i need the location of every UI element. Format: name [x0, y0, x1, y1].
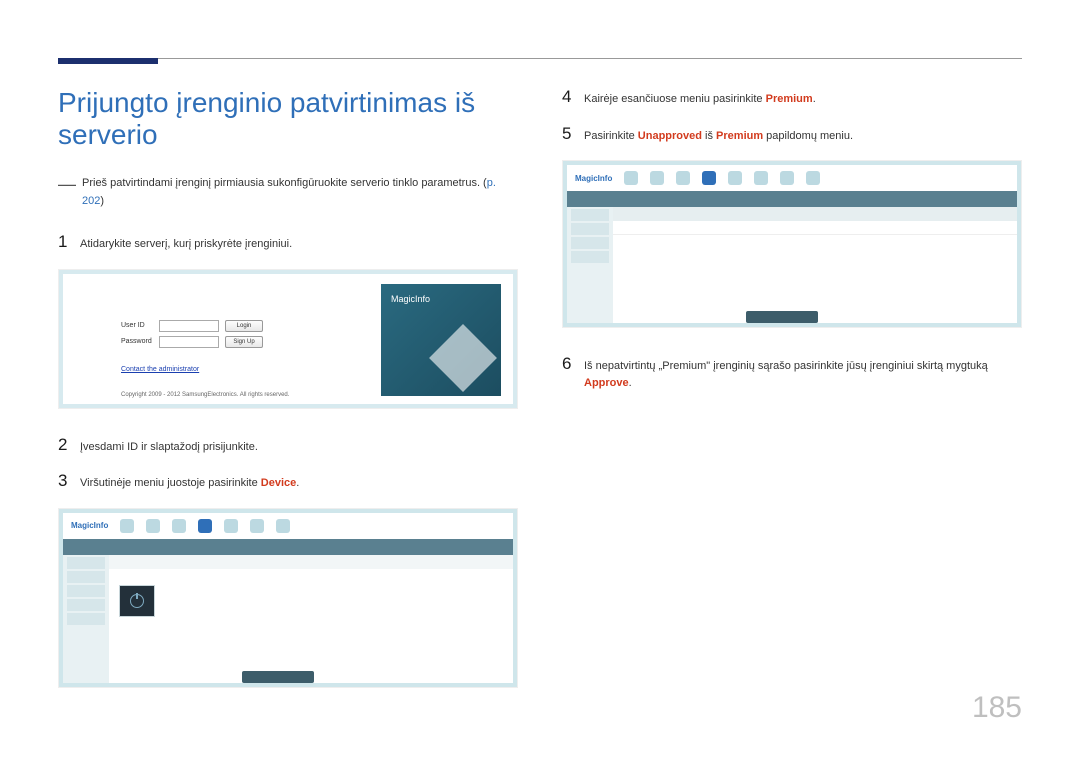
app-sidebar — [567, 207, 613, 323]
nav-icon[interactable] — [250, 519, 264, 533]
table-header — [613, 207, 1017, 221]
power-icon — [130, 594, 144, 608]
table-row[interactable] — [613, 221, 1017, 235]
step-text: Pasirinkite Unapproved iš Premium papild… — [584, 124, 853, 145]
signup-button[interactable]: Sign Up — [225, 336, 263, 348]
app-main — [109, 555, 513, 683]
magicinfo-logo: MagicInfo — [391, 294, 430, 304]
contact-admin-link[interactable]: Contact the administrator — [121, 366, 199, 373]
app-tabbar — [63, 539, 513, 555]
premium-highlight: Premium — [716, 130, 763, 142]
nav-icon[interactable] — [276, 519, 290, 533]
nav-icon[interactable] — [146, 519, 160, 533]
step-text: Įvesdami ID ir slaptažodį prisijunkite. — [80, 435, 258, 456]
nav-icon[interactable] — [728, 171, 742, 185]
password-label: Password — [121, 338, 159, 345]
nav-icon-device[interactable] — [198, 519, 212, 533]
sidebar-item[interactable] — [571, 223, 609, 235]
app-topbar: MagicInfo — [63, 513, 513, 539]
step-text: Iš nepatvirtintų „Premium" įrenginių sąr… — [584, 354, 1022, 391]
nav-icon[interactable] — [754, 171, 768, 185]
step-text: Kairėje esančiuose meniu pasirinkite Pre… — [584, 87, 816, 108]
nav-icon[interactable] — [780, 171, 794, 185]
copyright-text: Copyright 2009 - 2012 SamsungElectronics… — [121, 392, 289, 398]
login-body: User ID Login Password Sign Up Contact t… — [63, 274, 513, 404]
nav-icon[interactable] — [806, 171, 820, 185]
userid-label: User ID — [121, 322, 159, 329]
note-dash: ― — [58, 175, 76, 210]
page-title: Prijungto įrenginio patvirtinimas iš ser… — [58, 87, 518, 151]
step-number: 4 — [562, 87, 584, 107]
app-logo: MagicInfo — [71, 521, 108, 530]
nav-icon[interactable] — [624, 171, 638, 185]
approve-highlight: Approve — [584, 377, 629, 389]
login-button[interactable]: Login — [225, 320, 263, 332]
app-topbar: MagicInfo — [567, 165, 1017, 191]
unapproved-highlight: Unapproved — [638, 130, 702, 142]
note-text: Prieš patvirtindami įrenginį pirmiausia … — [82, 175, 518, 210]
two-column-content: Prijungto įrenginio patvirtinimas iš ser… — [58, 87, 1022, 714]
left-column: Prijungto įrenginio patvirtinimas iš ser… — [58, 87, 518, 714]
login-screenshot: User ID Login Password Sign Up Contact t… — [58, 269, 518, 409]
step-number: 1 — [58, 232, 80, 252]
toolbar — [109, 555, 513, 569]
sidebar-item[interactable] — [571, 251, 609, 263]
step-number: 5 — [562, 124, 584, 144]
header-accent-tab — [58, 58, 158, 64]
sidebar-item[interactable] — [571, 209, 609, 221]
nav-icon[interactable] — [676, 171, 690, 185]
diamond-icon — [429, 324, 497, 392]
device-screenshot: MagicInfo — [58, 508, 518, 688]
app-sidebar — [63, 555, 109, 683]
userid-row: User ID Login — [121, 320, 263, 332]
header-rule — [58, 58, 1022, 59]
config-note: ― Prieš patvirtindami įrenginį pirmiausi… — [58, 175, 518, 210]
step-3: 3 Viršutinėje meniu juostoje pasirinkite… — [58, 471, 518, 492]
sidebar-item[interactable] — [67, 557, 105, 569]
step-number: 6 — [562, 354, 584, 374]
sidebar-item[interactable] — [67, 613, 105, 625]
app-tabbar — [567, 191, 1017, 207]
step-4: 4 Kairėje esančiuose meniu pasirinkite P… — [562, 87, 1022, 108]
page-number: 185 — [972, 691, 1022, 725]
device-thumbnail[interactable] — [119, 585, 155, 617]
step-5: 5 Pasirinkite Unapproved iš Premium papi… — [562, 124, 1022, 145]
step-1: 1 Atidarykite serverį, kurį priskyrėte į… — [58, 232, 518, 253]
login-branding-panel: MagicInfo — [381, 284, 501, 396]
step-number: 3 — [58, 471, 80, 491]
pager-bar[interactable] — [242, 671, 314, 683]
userid-input[interactable] — [159, 320, 219, 332]
sidebar-item[interactable] — [67, 585, 105, 597]
app-main — [613, 207, 1017, 323]
step-number: 2 — [58, 435, 80, 455]
right-column: 4 Kairėje esančiuose meniu pasirinkite P… — [562, 87, 1022, 714]
pager-bar[interactable] — [746, 311, 818, 323]
nav-icon[interactable] — [224, 519, 238, 533]
nav-icon-device[interactable] — [702, 171, 716, 185]
login-form: User ID Login Password Sign Up — [121, 320, 263, 352]
app-logo: MagicInfo — [575, 174, 612, 183]
device-highlight: Device — [261, 477, 296, 489]
nav-icon[interactable] — [120, 519, 134, 533]
step-text: Atidarykite serverį, kurį priskyrėte įre… — [80, 232, 292, 253]
premium-highlight: Premium — [766, 93, 813, 105]
step-6: 6 Iš nepatvirtintų „Premium" įrenginių s… — [562, 354, 1022, 391]
password-row: Password Sign Up — [121, 336, 263, 348]
nav-icon[interactable] — [650, 171, 664, 185]
sidebar-item[interactable] — [67, 599, 105, 611]
password-input[interactable] — [159, 336, 219, 348]
nav-icon[interactable] — [172, 519, 186, 533]
sidebar-item[interactable] — [571, 237, 609, 249]
unapproved-screenshot: MagicInfo — [562, 160, 1022, 328]
step-2: 2 Įvesdami ID ir slaptažodį prisijunkite… — [58, 435, 518, 456]
step-text: Viršutinėje meniu juostoje pasirinkite D… — [80, 471, 299, 492]
sidebar-item[interactable] — [67, 571, 105, 583]
